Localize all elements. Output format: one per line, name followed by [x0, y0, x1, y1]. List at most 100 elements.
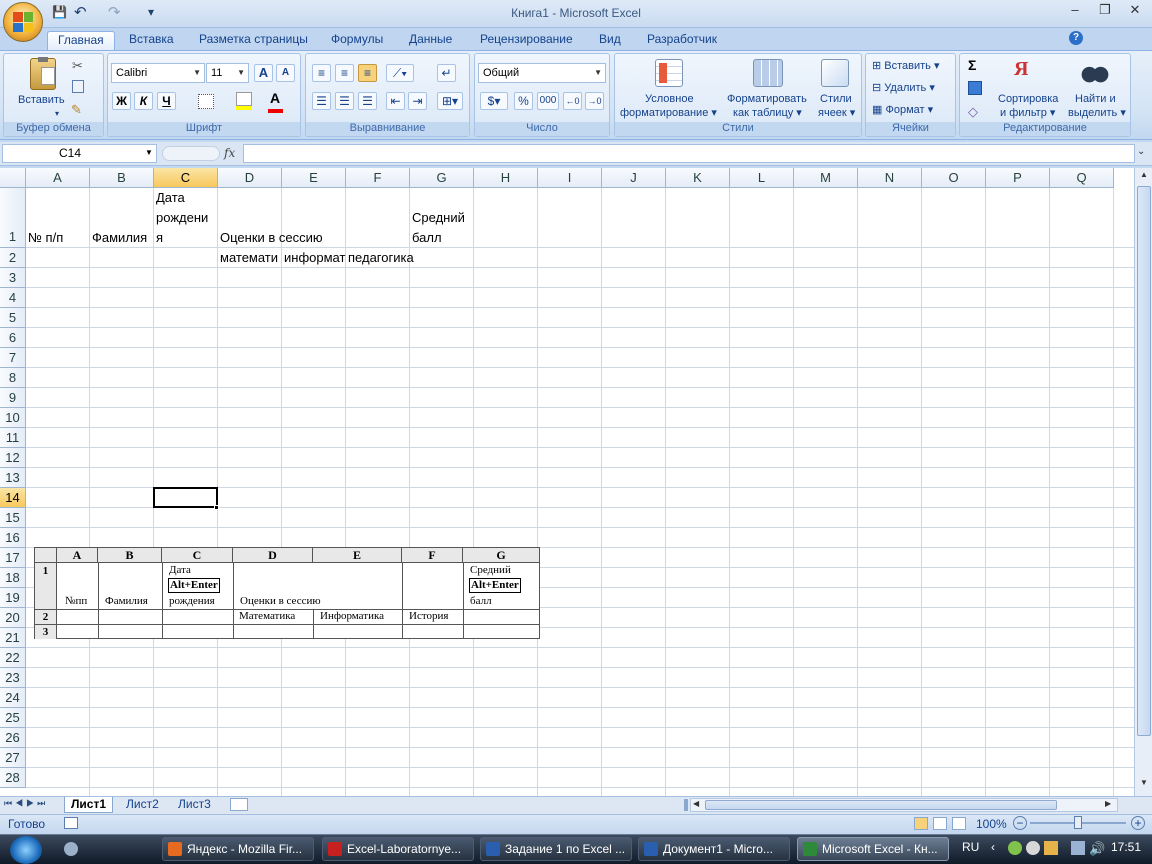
- scroll-right-icon[interactable]: ▶: [1105, 799, 1111, 808]
- zoom-in-icon[interactable]: +: [1131, 816, 1145, 830]
- row-header-19[interactable]: 19: [0, 588, 26, 608]
- start-button[interactable]: [10, 836, 42, 864]
- normal-view-icon[interactable]: [914, 817, 928, 830]
- minimize-button[interactable]: –: [1062, 2, 1088, 20]
- tab-formulas[interactable]: Формулы: [321, 31, 393, 50]
- font-name-combo[interactable]: Calibri ▼: [111, 63, 205, 83]
- align-bottom-icon[interactable]: ≡: [358, 64, 377, 82]
- font-size-combo[interactable]: 11 ▼: [206, 63, 249, 83]
- column-header-F[interactable]: F: [346, 168, 410, 188]
- worksheet-grid[interactable]: ABCDEFGHIJKLMNOPQ 1 2 3 4 5 6 7 8 9 10 11 12 13 14 15 1…: [0, 168, 1134, 796]
- column-header-J[interactable]: J: [602, 168, 666, 188]
- macro-record-icon[interactable]: [64, 817, 78, 829]
- sheet-tab-2[interactable]: Лист2: [120, 797, 165, 813]
- sort-filter-label-2[interactable]: и фильтр ▾: [1000, 106, 1055, 119]
- horizontal-scroll-thumb[interactable]: [705, 800, 1057, 810]
- name-box-dropdown-icon[interactable]: ▼: [145, 148, 153, 157]
- cell-styles-label-2[interactable]: ячеек ▾: [818, 106, 855, 119]
- wrap-text-icon[interactable]: ↵: [437, 64, 456, 82]
- row-header-20[interactable]: 20: [0, 608, 26, 628]
- tab-data[interactable]: Данные: [399, 31, 462, 50]
- column-header-D[interactable]: D: [218, 168, 282, 188]
- taskbar-item-word-doc[interactable]: Документ1 - Micro...: [638, 837, 790, 861]
- select-all-corner[interactable]: [0, 168, 26, 188]
- increase-decimal-icon[interactable]: ←0: [563, 92, 582, 110]
- increase-indent-icon[interactable]: ⇥: [408, 92, 427, 110]
- find-select-label-1[interactable]: Найти и: [1075, 93, 1116, 105]
- cell-A1[interactable]: № п/п: [26, 228, 90, 248]
- name-box[interactable]: C14: [2, 144, 157, 163]
- row-header-1[interactable]: 1: [0, 188, 26, 248]
- cell-G1-line2[interactable]: балл: [410, 228, 474, 248]
- row-header-12[interactable]: 12: [0, 448, 26, 468]
- copy-icon[interactable]: [72, 80, 84, 93]
- cell-C1-line1[interactable]: Дата: [154, 188, 218, 208]
- orientation-icon[interactable]: ⟋▾: [386, 64, 414, 82]
- grow-font-button[interactable]: A: [254, 64, 273, 82]
- horizontal-scrollbar[interactable]: ◀ ▶: [690, 798, 1118, 812]
- column-header-M[interactable]: M: [794, 168, 858, 188]
- row-header-16[interactable]: 16: [0, 528, 26, 548]
- help-icon[interactable]: ?: [1069, 31, 1083, 45]
- zoom-level[interactable]: 100%: [976, 817, 1007, 831]
- column-header-H[interactable]: H: [474, 168, 538, 188]
- align-left-icon[interactable]: ☰: [312, 92, 331, 110]
- row-header-28[interactable]: 28: [0, 768, 26, 788]
- tab-page-layout[interactable]: Разметка страницы: [189, 31, 318, 50]
- column-header-Q[interactable]: Q: [1050, 168, 1114, 188]
- cell-C1-line2[interactable]: рождени: [154, 208, 218, 228]
- insert-sheet-icon[interactable]: [230, 798, 248, 811]
- format-as-table-label-2[interactable]: как таблицу ▾: [733, 106, 802, 119]
- volume-icon[interactable]: 🔊: [1089, 841, 1105, 857]
- show-hidden-icons[interactable]: ‹: [991, 840, 995, 854]
- row-header-14[interactable]: 14: [0, 488, 26, 508]
- column-header-L[interactable]: L: [730, 168, 794, 188]
- column-header-K[interactable]: K: [666, 168, 730, 188]
- thousands-button[interactable]: 000: [537, 92, 559, 110]
- sheet-tab-1[interactable]: Лист1: [64, 797, 114, 813]
- cell-D2[interactable]: математи: [218, 248, 282, 268]
- align-center-icon[interactable]: ☰: [335, 92, 354, 110]
- format-as-table-icon[interactable]: [753, 59, 783, 87]
- percent-button[interactable]: %: [514, 92, 533, 110]
- restore-button[interactable]: ❐: [1092, 2, 1118, 20]
- close-button[interactable]: ✕: [1122, 2, 1148, 20]
- column-header-E[interactable]: E: [282, 168, 346, 188]
- align-top-icon[interactable]: ≡: [312, 64, 331, 82]
- scroll-down-icon[interactable]: ▼: [1137, 778, 1151, 792]
- row-header-15[interactable]: 15: [0, 508, 26, 528]
- insert-function-button[interactable]: fx: [224, 146, 235, 160]
- row-header-4[interactable]: 4: [0, 288, 26, 308]
- column-header-A[interactable]: A: [26, 168, 90, 188]
- cell-styles-label-1[interactable]: Стили: [820, 93, 852, 105]
- taskbar-item-word-task[interactable]: Задание 1 по Excel ...: [480, 837, 632, 861]
- active-cell-cursor[interactable]: [153, 487, 218, 508]
- column-header-I[interactable]: I: [538, 168, 602, 188]
- paste-icon[interactable]: [30, 57, 56, 90]
- vertical-scroll-thumb[interactable]: [1137, 186, 1151, 736]
- delete-cells-button[interactable]: ⊟ Удалить ▾: [872, 81, 935, 94]
- fill-color-icon[interactable]: [236, 92, 252, 110]
- scroll-up-icon[interactable]: ▲: [1137, 170, 1151, 184]
- row-header-23[interactable]: 23: [0, 668, 26, 688]
- tray-icon-2[interactable]: [1026, 841, 1040, 855]
- row-header-24[interactable]: 24: [0, 688, 26, 708]
- row-header-5[interactable]: 5: [0, 308, 26, 328]
- row-header-2[interactable]: 2: [0, 248, 26, 268]
- shrink-font-button[interactable]: A: [276, 64, 295, 82]
- borders-icon[interactable]: [198, 94, 214, 109]
- conditional-format-label-1[interactable]: Условное: [645, 93, 694, 105]
- scroll-left-icon[interactable]: ◀: [693, 799, 699, 808]
- page-layout-view-icon[interactable]: [933, 817, 947, 830]
- quick-launch-icon[interactable]: [64, 842, 78, 856]
- embedded-table-picture[interactable]: A B C D E F G 1 2 3 №пп Фамилия Дата Alt…: [34, 547, 540, 639]
- tab-split-handle[interactable]: [684, 799, 688, 811]
- tab-developer[interactable]: Разработчик: [637, 31, 727, 50]
- row-header-6[interactable]: 6: [0, 328, 26, 348]
- row-header-21[interactable]: 21: [0, 628, 26, 648]
- row-header-22[interactable]: 22: [0, 648, 26, 668]
- cell-B1[interactable]: Фамилия: [90, 228, 154, 248]
- currency-icon[interactable]: $▾: [480, 92, 508, 110]
- column-header-B[interactable]: B: [90, 168, 154, 188]
- language-indicator[interactable]: RU: [962, 840, 979, 854]
